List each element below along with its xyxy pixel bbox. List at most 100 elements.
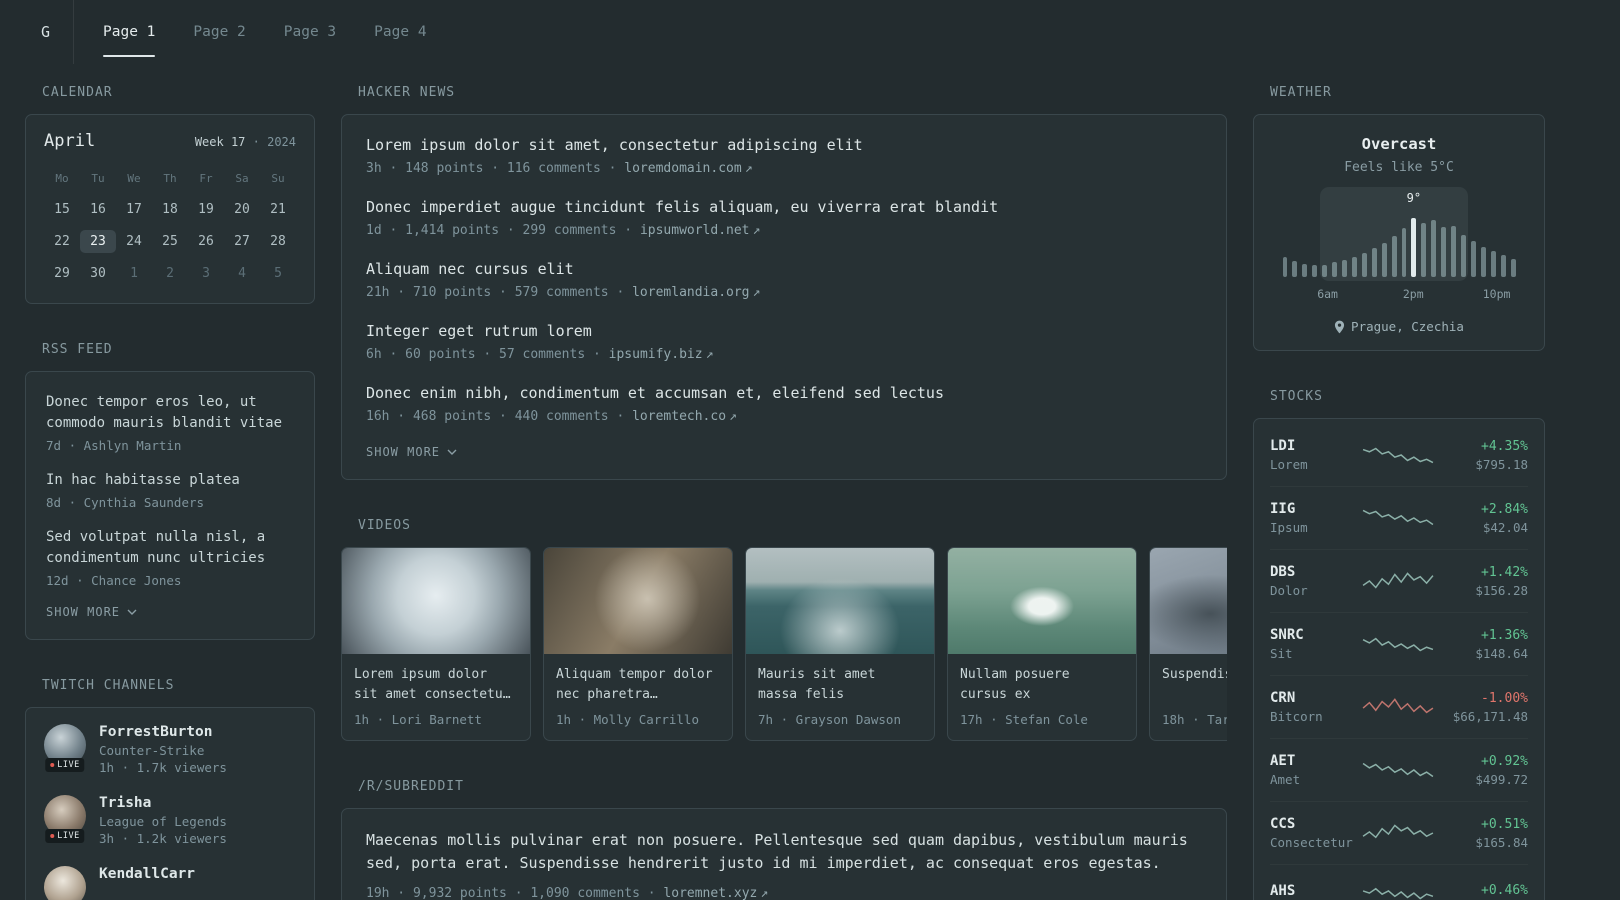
tab-page-3[interactable]: Page 3	[271, 0, 349, 64]
twitch-card: LIVE ForrestBurton Counter-Strike 1h · 1…	[25, 707, 315, 900]
channel-category: League of Legends	[99, 814, 227, 829]
stock-row[interactable]: AHS +0.46%	[1270, 864, 1528, 900]
video-card[interactable]: Suspendisse diam 18h · Tara	[1149, 547, 1227, 741]
domain-link[interactable]: loremdomain.com ↗	[624, 161, 752, 176]
domain-link[interactable]: loremnet.xyz ↗	[663, 886, 768, 900]
video-thumbnail[interactable]	[1150, 548, 1227, 654]
weather-bar	[1490, 250, 1496, 277]
video-thumbnail[interactable]	[746, 548, 934, 654]
weather-bar	[1312, 265, 1318, 277]
video-thumbnail[interactable]	[948, 548, 1136, 654]
hackernews-headline[interactable]: Donec imperdiet augue tincidunt felis al…	[366, 197, 1202, 218]
stock-values: +0.46%	[1434, 883, 1528, 900]
stock-price: $499.72	[1475, 771, 1528, 787]
rss-item-headline[interactable]: Donec tempor eros leo, ut commodo mauris…	[46, 392, 294, 434]
stock-name: Dolor	[1270, 583, 1308, 598]
hackernews-meta: 16h · 468 points · 440 comments · loremt…	[366, 409, 1202, 424]
domain-link[interactable]: loremlandia.org ↗	[632, 285, 760, 300]
stock-values: +4.35% $795.18	[1434, 439, 1528, 472]
tab-page-2[interactable]: Page 2	[180, 0, 258, 64]
hackernews-headline[interactable]: Lorem ipsum dolor sit amet, consectetur …	[366, 135, 1202, 156]
hackernews-headline[interactable]: Aliquam nec cursus elit	[366, 259, 1202, 280]
channel-name[interactable]: ForrestBurton	[99, 724, 227, 740]
video-card[interactable]: Nullam posuere cursus ex 17h · Stefan Co…	[947, 547, 1137, 741]
subreddit-widget-title: /R/SUBREDDIT	[358, 779, 464, 794]
channel-info: Trisha League of Legends 3h · 1.2k viewe…	[99, 795, 227, 846]
hackernews-item: Donec enim nibh, condimentum et accumsan…	[366, 383, 1202, 424]
stock-row[interactable]: SNRC Sit +1.36% $148.64	[1270, 612, 1528, 675]
video-title[interactable]: Aliquam tempor dolor nec pharetra…	[544, 654, 732, 704]
avatar-wrap: LIVE	[44, 866, 86, 900]
external-link-icon: ↗	[729, 409, 737, 424]
channel-viewers: 3h · 1.2k viewers	[99, 831, 227, 846]
hackernews-item: Lorem ipsum dolor sit amet, consectetur …	[366, 135, 1202, 176]
video-card[interactable]: Aliquam tempor dolor nec pharetra… 1h · …	[543, 547, 733, 741]
stock-row[interactable]: CRN Bitcorn -1.00% $66,171.48	[1270, 675, 1528, 738]
subreddit-widget: /R/SUBREDDIT Maecenas mollis pulvinar er…	[341, 779, 1227, 900]
live-badge: LIVE	[45, 758, 85, 772]
stock-row[interactable]: AET Amet +0.92% $499.72	[1270, 738, 1528, 801]
video-title[interactable]: Suspendisse diam	[1150, 654, 1227, 704]
live-label: LIVE	[57, 760, 80, 770]
weather-bar	[1381, 242, 1387, 277]
domain-link[interactable]: ipsumify.biz ↗	[609, 347, 714, 362]
video-thumbnail[interactable]	[544, 548, 732, 654]
location-pin-icon	[1334, 320, 1345, 333]
hackernews-item: Donec imperdiet augue tincidunt felis al…	[366, 197, 1202, 238]
stock-name: Amet	[1270, 772, 1301, 787]
hackernews-headline[interactable]: Integer eget rutrum lorem	[366, 321, 1202, 342]
calendar-day: 29	[54, 266, 70, 281]
stock-change: +4.35%	[1481, 438, 1528, 454]
rss-item-headline[interactable]: In hac habitasse platea	[46, 470, 294, 491]
hackernews-headline[interactable]: Donec enim nibh, condimentum et accumsan…	[366, 383, 1202, 404]
app-logo[interactable]: G	[18, 0, 74, 64]
video-card[interactable]: Mauris sit amet massa felis 7h · Grayson…	[745, 547, 935, 741]
stock-row[interactable]: LDI Lorem +4.35% $795.18	[1270, 424, 1528, 486]
hackernews-item: Integer eget rutrum lorem 6h · 60 points…	[366, 321, 1202, 362]
avatar-wrap: LIVE	[44, 724, 86, 772]
meta-text: 16h · 468 points · 440 comments ·	[366, 409, 633, 424]
twitch-channel[interactable]: LIVE KendallCarr	[44, 866, 296, 900]
weather-bar	[1371, 247, 1377, 277]
subreddit-post-body[interactable]: Maecenas mollis pulvinar erat non posuer…	[366, 829, 1202, 876]
stock-change: +1.36%	[1481, 627, 1528, 643]
twitch-channel[interactable]: LIVE Trisha League of Legends 3h · 1.2k …	[44, 795, 296, 846]
stock-row[interactable]: CCS Consectetur +0.51% $165.84	[1270, 801, 1528, 864]
stock-change: +2.84%	[1481, 501, 1528, 517]
channel-name[interactable]: KendallCarr	[99, 866, 195, 882]
calendar-day: 26	[198, 234, 214, 249]
video-card[interactable]: Lorem ipsum dolor sit amet consectetu… 1…	[341, 547, 531, 741]
video-title[interactable]: Lorem ipsum dolor sit amet consectetu…	[342, 654, 530, 704]
domain-link[interactable]: loremtech.co ↗	[632, 409, 737, 424]
tab-page-4[interactable]: Page 4	[361, 0, 439, 64]
weather-bar	[1391, 236, 1397, 277]
rss-show-more-button[interactable]: SHOW MORE	[46, 605, 137, 619]
domain-link[interactable]: ipsumworld.net ↗	[640, 223, 760, 238]
channel-name[interactable]: Trisha	[99, 795, 227, 811]
video-thumbnail[interactable]	[342, 548, 530, 654]
stock-row[interactable]: IIG Ipsum +2.84% $42.04	[1270, 486, 1528, 549]
calendar-grid: Mo Tu We Th Fr Sa Su 15 16 17 18 19 20 2…	[44, 169, 296, 285]
tab-page-1[interactable]: Page 1	[90, 0, 168, 64]
stock-sparkline	[1362, 509, 1434, 526]
video-title[interactable]: Nullam posuere cursus ex	[948, 654, 1136, 704]
meta-text: 19h · 9,932 points · 1,090 comments ·	[366, 885, 664, 900]
weather-bar	[1500, 254, 1506, 277]
video-title[interactable]: Mauris sit amet massa felis	[746, 654, 934, 704]
stock-row[interactable]: DBS Dolor +1.42% $156.28	[1270, 549, 1528, 612]
live-badge: LIVE	[45, 829, 85, 843]
rss-item-headline[interactable]: Sed volutpat nulla nisl, a condimentum n…	[46, 527, 294, 569]
chevron-down-icon	[447, 449, 457, 455]
hackernews-show-more-button[interactable]: SHOW MORE	[366, 445, 457, 459]
calendar-header: April Week 17 · 2024	[44, 131, 296, 151]
subreddit-meta: 19h · 9,932 points · 1,090 comments · lo…	[366, 886, 1202, 900]
calendar-week: Week 17	[194, 135, 246, 149]
rss-item-meta: 7d · Ashlyn Martin	[46, 438, 182, 453]
twitch-channel[interactable]: LIVE ForrestBurton Counter-Strike 1h · 1…	[44, 724, 296, 775]
calendar-day-header: Tu	[91, 172, 105, 185]
weather-bar	[1441, 226, 1447, 277]
show-more-label: SHOW MORE	[366, 445, 441, 459]
meta-text: 1d · 1,414 points · 299 comments ·	[366, 223, 640, 238]
stocks-widget: STOCKS LDI Lorem +4.35% $795.18 IIG Ipsu…	[1253, 389, 1545, 900]
weather-bar	[1351, 257, 1357, 277]
